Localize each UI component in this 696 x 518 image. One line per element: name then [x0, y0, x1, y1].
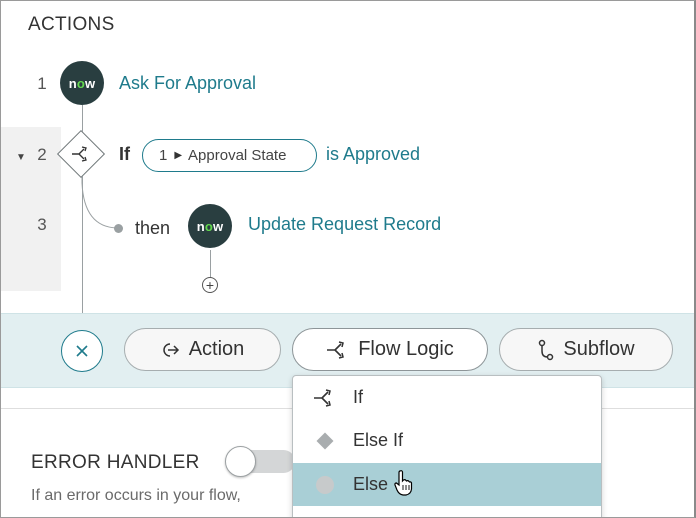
- menu-item-if[interactable]: If: [293, 376, 601, 419]
- close-add-bar-button[interactable]: [61, 330, 103, 372]
- menu-item-else-if[interactable]: Else If: [293, 419, 601, 462]
- selected-step-gutter: [1, 127, 61, 291]
- hand-cursor-icon: [394, 470, 413, 496]
- action-button[interactable]: Action: [124, 328, 281, 371]
- flow-logic-icon: [327, 340, 345, 359]
- subflow-button[interactable]: Subflow: [499, 328, 673, 371]
- pill-field-name: Approval State: [188, 147, 287, 164]
- step-number: 3: [37, 215, 47, 234]
- pill-step-ref: 1: [159, 147, 168, 164]
- subflow-icon: [539, 339, 554, 360]
- branch-connector: [81, 171, 118, 229]
- menu-item-label: If: [353, 387, 364, 407]
- collapse-caret-icon[interactable]: ▼: [16, 152, 26, 163]
- close-icon: [76, 345, 88, 357]
- now-logo-badge: now: [188, 204, 232, 248]
- error-handler-description: If an error occurs in your flow,: [31, 487, 241, 504]
- add-step-plus-icon[interactable]: +: [202, 277, 218, 293]
- menu-item-label: Else If: [353, 430, 404, 450]
- flow-logic-menu: If Else If Else: [292, 375, 602, 517]
- condition-data-pill[interactable]: 1 ▶ Approval State: [142, 139, 317, 172]
- flow-designer-panel: ACTIONS 1 now Ask For Approval ▼ 2 If 1 …: [0, 0, 696, 518]
- condition-operator[interactable]: is Approved: [326, 144, 420, 165]
- action-button-label: Action: [188, 338, 245, 360]
- diamond-icon: [313, 429, 337, 453]
- circle-icon: [313, 473, 337, 497]
- actions-section-title: ACTIONS: [28, 14, 115, 35]
- branch-dot: [114, 224, 123, 233]
- if-keyword: If: [119, 144, 130, 164]
- step-number: 1: [37, 74, 47, 93]
- error-handler-toggle[interactable]: [225, 446, 295, 477]
- menu-item-else[interactable]: Else: [293, 463, 601, 506]
- caret-right-icon: ▶: [174, 150, 183, 161]
- now-logo-badge: now: [60, 61, 104, 105]
- menu-item-label: Else: [353, 474, 389, 494]
- then-keyword: then: [135, 218, 171, 238]
- connector-line: [82, 171, 83, 331]
- action-arrow-icon: [162, 342, 179, 357]
- step-number: 2: [37, 145, 47, 164]
- flow-logic-button-label: Flow Logic: [358, 338, 454, 360]
- connector-line: [210, 250, 211, 278]
- if-branch-icon: [313, 386, 337, 410]
- subflow-button-label: Subflow: [563, 338, 635, 360]
- flow-logic-button[interactable]: Flow Logic: [292, 328, 488, 371]
- if-branch-icon: [67, 141, 95, 167]
- step-label-ask-for-approval[interactable]: Ask For Approval: [119, 73, 256, 94]
- error-handler-title: ERROR HANDLER: [31, 452, 200, 473]
- toggle-knob: [225, 446, 256, 477]
- step-label-update-request-record[interactable]: Update Request Record: [248, 214, 441, 235]
